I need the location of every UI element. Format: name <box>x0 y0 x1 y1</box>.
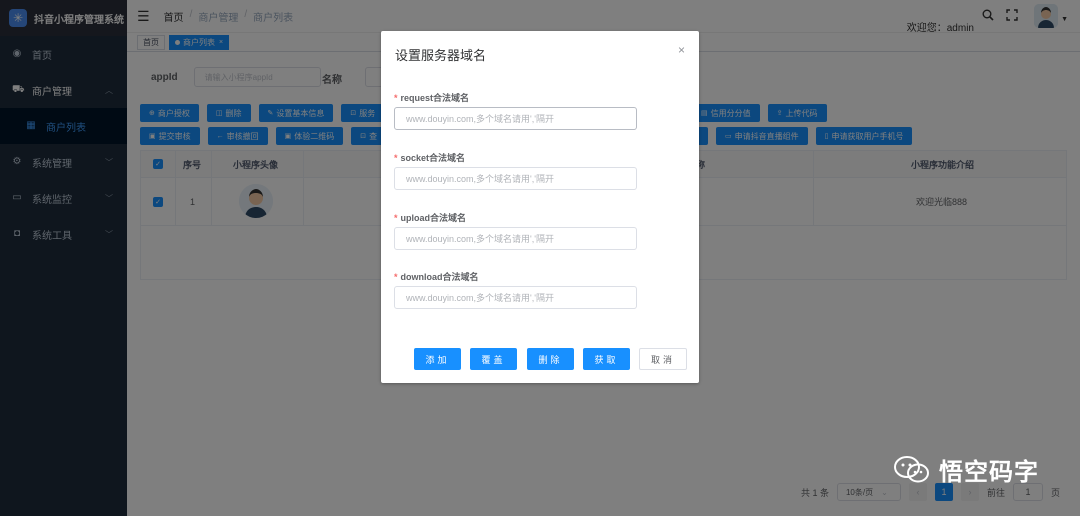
download-domain-label: * download合法域名 <box>394 270 479 283</box>
socket-domain-input[interactable]: www.douyin.com,多个域名请用','隔开 <box>394 167 637 190</box>
close-icon[interactable]: × <box>678 43 685 57</box>
socket-domain-label: * socket合法域名 <box>394 151 465 164</box>
download-domain-input[interactable]: www.douyin.com,多个域名请用','隔开 <box>394 286 637 309</box>
request-domain-input[interactable]: www.douyin.com,多个域名请用','隔开 <box>394 107 637 130</box>
cancel-button[interactable]: 取消 <box>639 348 687 370</box>
server-domain-dialog: 设置服务器域名 × * request合法域名 www.douyin.com,多个… <box>381 31 699 383</box>
required-mark: * <box>394 272 398 282</box>
required-mark: * <box>394 213 398 223</box>
field-label-text: download合法域名 <box>400 272 479 282</box>
overwrite-button[interactable]: 覆盖 <box>470 348 517 370</box>
field-label-text: upload合法域名 <box>400 213 467 223</box>
add-button[interactable]: 添加 <box>414 348 461 370</box>
required-mark: * <box>394 153 398 163</box>
upload-domain-input[interactable]: www.douyin.com,多个域名请用','隔开 <box>394 227 637 250</box>
dialog-title: 设置服务器域名 <box>395 48 487 63</box>
required-mark: * <box>394 93 398 103</box>
field-label-text: socket合法域名 <box>400 153 466 163</box>
fetch-button[interactable]: 获取 <box>583 348 630 370</box>
watermark-text: 悟空码字 <box>939 459 1039 486</box>
watermark: 悟空码字 <box>893 452 1039 487</box>
wechat-icon <box>893 455 931 485</box>
field-label-text: request合法域名 <box>400 93 470 103</box>
upload-domain-label: * upload合法域名 <box>394 211 466 224</box>
delete-button[interactable]: 删除 <box>527 348 574 370</box>
request-domain-label: * request合法域名 <box>394 91 469 104</box>
